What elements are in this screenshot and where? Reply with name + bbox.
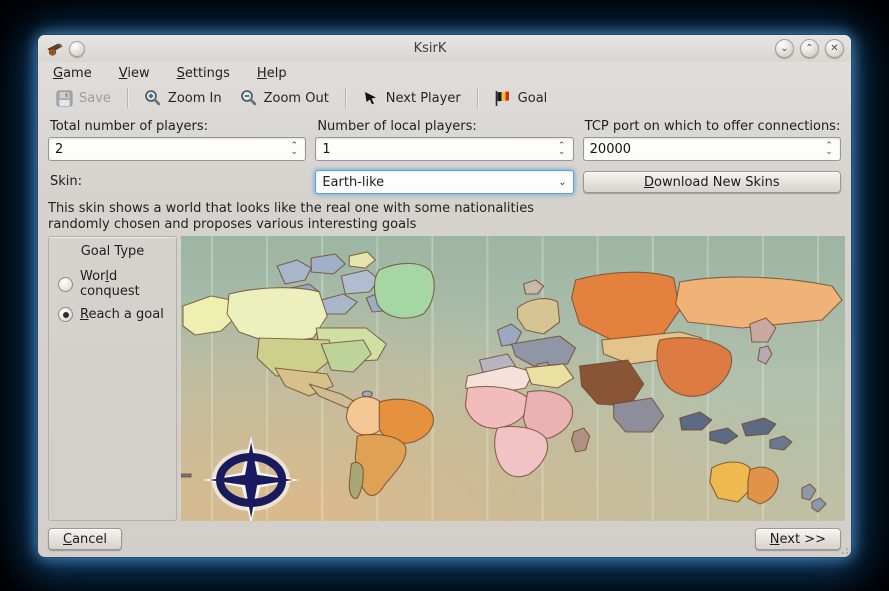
- tcp-port-spinbox[interactable]: ⌃⌄: [583, 137, 841, 161]
- next-player-label: Next Player: [386, 91, 461, 106]
- zoom-in-label: Zoom In: [168, 91, 222, 106]
- zoom-in-icon: [144, 89, 162, 107]
- minimize-button[interactable]: ⌄: [775, 39, 794, 58]
- save-label: Save: [79, 91, 111, 106]
- skin-description-line1: This skin shows a world that looks like …: [48, 201, 841, 217]
- skin-combobox[interactable]: Earth-like ⌄: [315, 170, 573, 194]
- toolbar-separator: [345, 88, 346, 108]
- close-icon: ✕: [830, 44, 838, 54]
- skin-selected-value: Earth-like: [322, 175, 558, 190]
- players-form: Total number of players: Number of local…: [38, 115, 851, 161]
- local-players-label: Number of local players:: [317, 119, 573, 134]
- spinner-arrows-icon[interactable]: ⌃⌄: [283, 143, 305, 155]
- world-conquest-label: World conquest: [80, 269, 176, 299]
- maximize-button[interactable]: ⌃: [800, 39, 819, 58]
- tcp-port-label: TCP port on which to offer connections:: [585, 119, 841, 134]
- titlebar[interactable]: KsirK ⌄ ⌃ ✕: [38, 35, 851, 62]
- earth-like-map-preview[interactable]: [181, 236, 845, 521]
- radio-icon[interactable]: [58, 277, 73, 292]
- goal-type-groupbox: Goal Type World conquest Reach a goal: [48, 236, 177, 521]
- skin-description: This skin shows a world that looks like …: [38, 194, 851, 233]
- total-players-label: Total number of players:: [50, 119, 306, 134]
- download-new-skins-button[interactable]: Download New Skins: [583, 171, 841, 193]
- world-conquest-option[interactable]: World conquest: [58, 269, 176, 299]
- close-button[interactable]: ✕: [825, 39, 844, 58]
- toolbar-separator: [127, 88, 128, 108]
- local-players-input[interactable]: [316, 142, 550, 157]
- menu-help[interactable]: Help: [257, 66, 287, 81]
- save-floppy-icon: [55, 89, 73, 107]
- goal-button[interactable]: Goal: [487, 86, 555, 110]
- next-button[interactable]: Next >>: [755, 528, 841, 550]
- radio-icon-checked[interactable]: [58, 307, 73, 322]
- zoom-in-button[interactable]: Zoom In: [137, 86, 229, 110]
- menu-settings[interactable]: Settings: [177, 66, 230, 81]
- skin-description-line2: randomly chosen and proposes various int…: [48, 217, 841, 233]
- toolbar: Save Zoom In Zoom Out: [38, 83, 851, 115]
- titlebar-menu-button[interactable]: [69, 41, 85, 57]
- reach-a-goal-label: Reach a goal: [80, 307, 164, 322]
- minimize-icon: ⌄: [780, 44, 788, 54]
- goal-label: Goal: [518, 91, 548, 106]
- goal-flag-icon: [494, 89, 512, 107]
- next-player-cursor-icon: [362, 89, 380, 107]
- zoom-out-icon: [240, 89, 258, 107]
- save-button[interactable]: Save: [48, 86, 118, 110]
- skin-label: Skin:: [50, 174, 306, 189]
- total-players-input[interactable]: [49, 142, 283, 157]
- zoom-out-label: Zoom Out: [264, 91, 329, 106]
- spinner-arrows-icon[interactable]: ⌃⌄: [818, 143, 840, 155]
- total-players-spinbox[interactable]: ⌃⌄: [48, 137, 306, 161]
- chevron-down-icon: ⌄: [558, 177, 566, 188]
- reach-a-goal-option[interactable]: Reach a goal: [58, 307, 176, 322]
- zoom-out-button[interactable]: Zoom Out: [233, 86, 336, 110]
- toolbar-separator: [477, 88, 478, 108]
- maximize-icon: ⌃: [805, 44, 813, 54]
- content-row: Goal Type World conquest Reach a goal: [48, 236, 845, 521]
- next-player-button[interactable]: Next Player: [355, 86, 468, 110]
- tcp-port-input[interactable]: [584, 142, 818, 157]
- menu-game[interactable]: Game: [53, 66, 92, 81]
- local-players-spinbox[interactable]: ⌃⌄: [315, 137, 573, 161]
- menu-view[interactable]: View: [119, 66, 150, 81]
- menubar: Game View Settings Help: [38, 62, 851, 83]
- window-title: KsirK: [85, 41, 775, 56]
- skin-row: Skin: Earth-like ⌄ Download New Skins: [38, 161, 851, 194]
- cancel-button[interactable]: Cancel: [48, 528, 122, 550]
- cannon-icon: [45, 40, 63, 58]
- resize-grip[interactable]: [838, 544, 848, 554]
- world-map-image: [181, 236, 845, 521]
- footer: Cancel Next >>: [38, 521, 851, 550]
- ksirk-window: KsirK ⌄ ⌃ ✕ Game View Settings Help Save: [38, 35, 851, 557]
- spinner-arrows-icon[interactable]: ⌃⌄: [551, 143, 573, 155]
- goal-type-title: Goal Type: [49, 244, 176, 259]
